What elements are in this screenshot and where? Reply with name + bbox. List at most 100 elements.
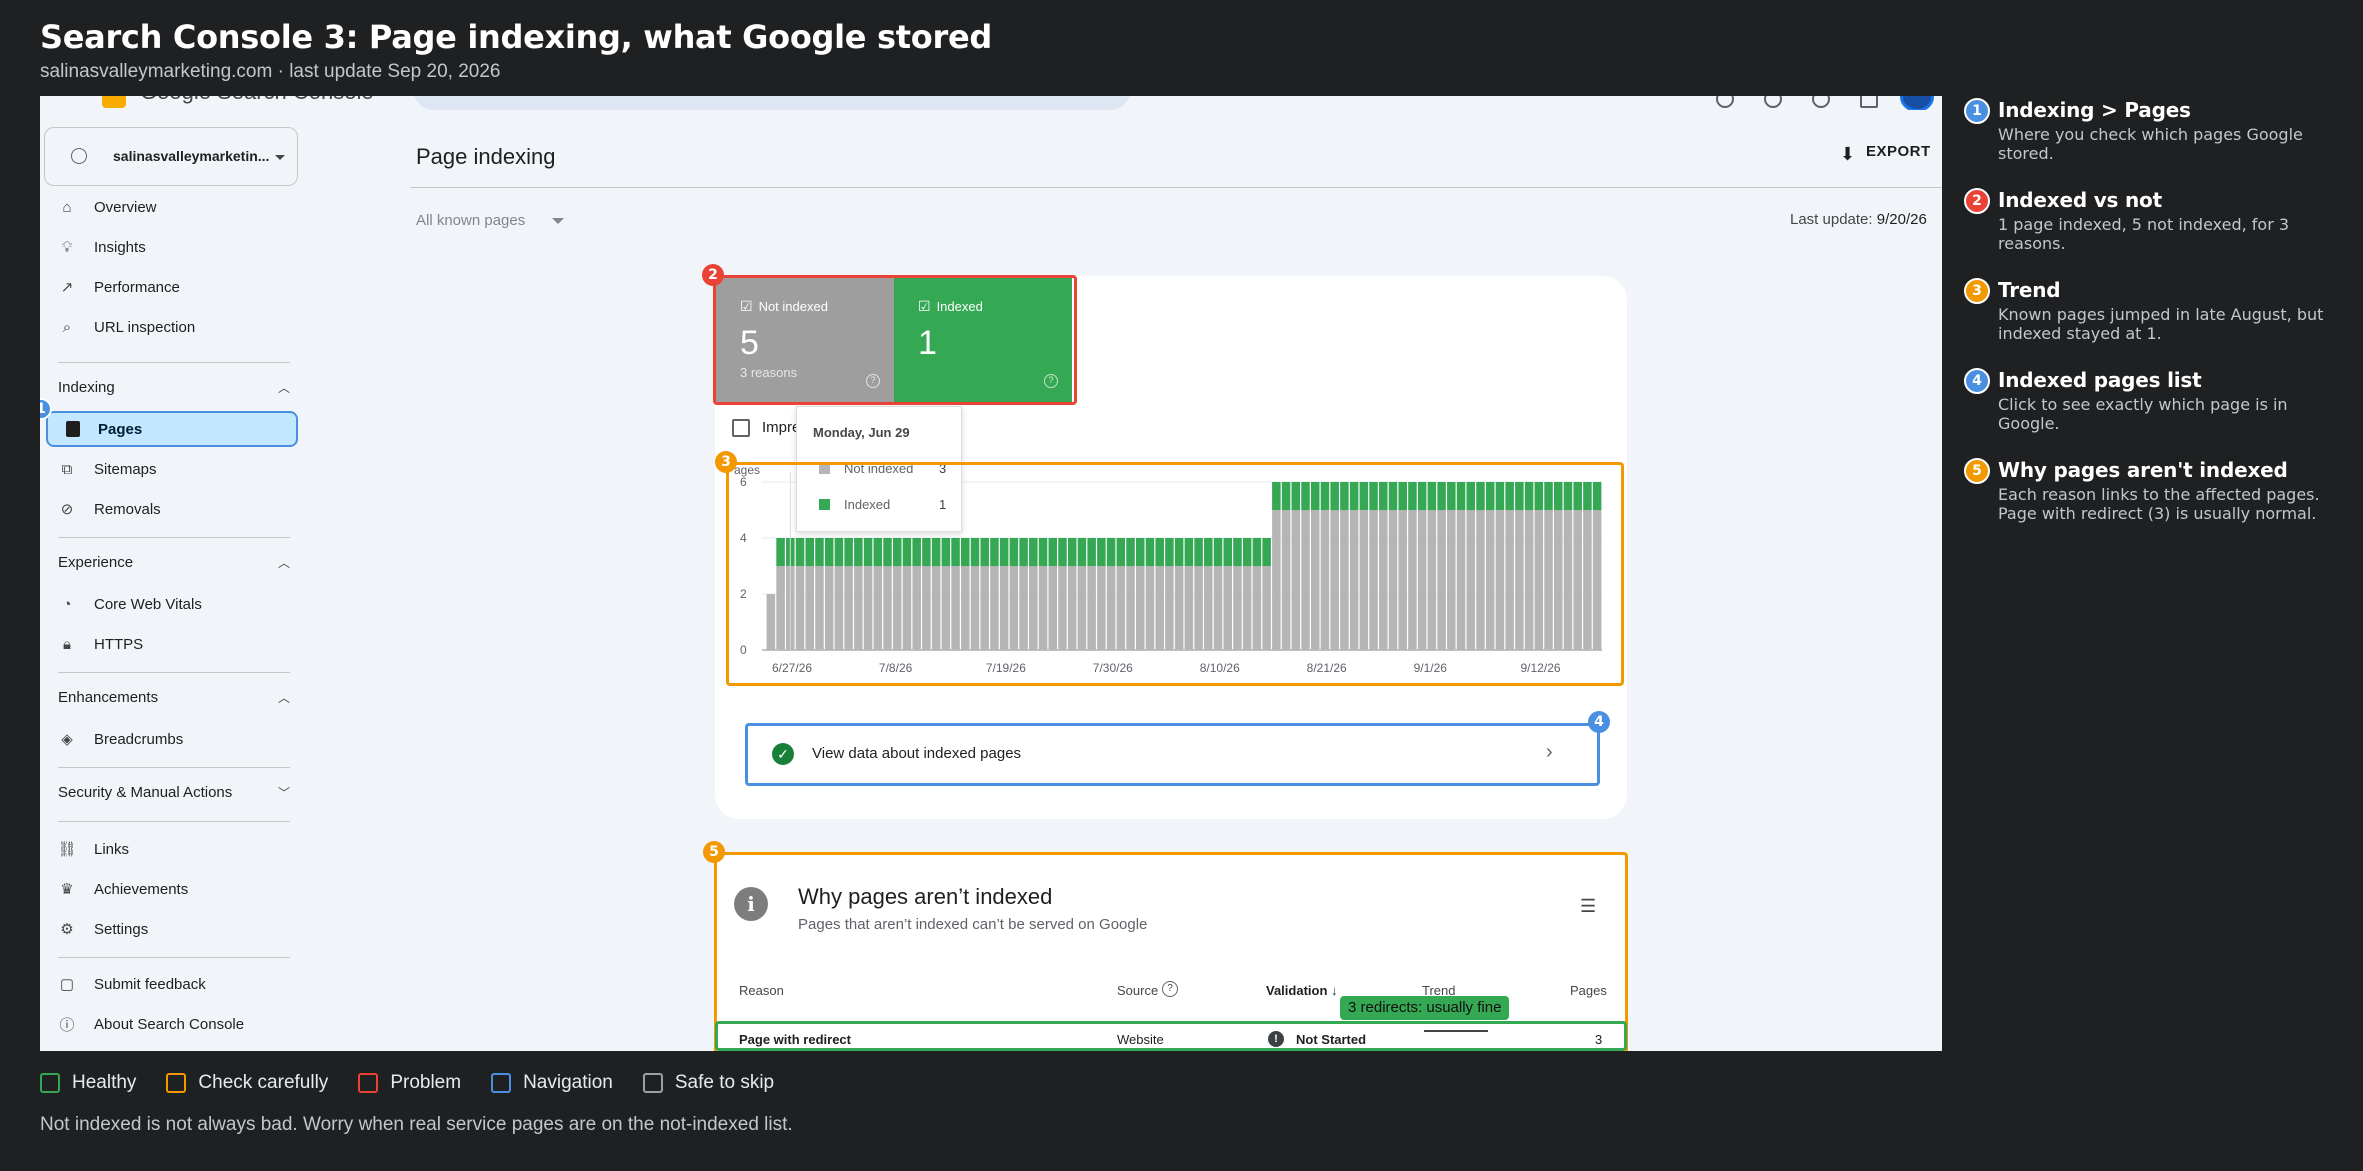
main-page-title: Page indexing: [416, 144, 556, 169]
legend-swatch: [642, 1073, 663, 1093]
sidebar-item-label: About Search Console: [94, 1015, 245, 1033]
sidebar-item-insights[interactable]: 💡︎ Insights: [58, 232, 146, 262]
sidebar-item-label: Insights: [94, 238, 146, 256]
last-update-value: 9/20/26: [1876, 211, 1927, 228]
sidebar-item-label: Submit feedback: [94, 975, 206, 993]
highlight-indexed-vs-not: [713, 275, 1077, 405]
sidebar-section-indexing[interactable]: Indexing ︿: [58, 379, 290, 396]
property-selector[interactable]: salinasvalleymarketin...: [44, 127, 298, 186]
sidebar-divider: [58, 957, 290, 958]
apps-grid-icon[interactable]: [1860, 96, 1878, 108]
chevron-up-icon: ︿: [277, 556, 290, 570]
sidebar-item-label: Core Web Vitals: [94, 595, 202, 613]
people-icon[interactable]: [1764, 96, 1782, 108]
section-label: Experience: [58, 554, 134, 571]
info-icon: ⓘ: [59, 1016, 75, 1034]
last-update: Last update: 9/20/26: [1790, 211, 1927, 228]
sidebar-item-label: Overview: [94, 198, 157, 216]
globe-icon: [71, 148, 87, 164]
last-update-label: Last update:: [1790, 211, 1873, 228]
download-icon: ⬇: [1840, 144, 1856, 164]
search-icon: ⌕: [62, 318, 72, 336]
section-label: Indexing: [58, 379, 115, 396]
callout-3: 3 Trend Known pages jumped in late Augus…: [1964, 278, 2344, 343]
help-icon[interactable]: [1716, 96, 1734, 108]
known-pages-filter[interactable]: All known pages: [416, 212, 525, 229]
sidebar-divider: [58, 362, 290, 363]
sitemap-icon: ⧉: [61, 460, 73, 478]
sidebar-item-settings[interactable]: ⚙ Settings: [58, 914, 148, 944]
chevron-down-icon: [275, 155, 285, 160]
legend-navigation: Navigation: [491, 1072, 613, 1094]
pages-icon: [66, 421, 80, 437]
sidebar-item-breadcrumbs[interactable]: ◈ Breadcrumbs: [58, 724, 183, 754]
lock-icon: 🔒︎: [63, 635, 71, 653]
app-logo-text: Google Search Console: [140, 96, 374, 105]
url-inspection-search-input[interactable]: [413, 96, 1131, 110]
impressions-checkbox[interactable]: [732, 419, 750, 437]
page-subtitle: salinasvalleymarketing.com · last update…: [40, 61, 501, 82]
sidebar-section-security[interactable]: Security & Manual Actions ﹀: [58, 784, 290, 801]
callout-desc: Each reason links to the affected pages.…: [1998, 485, 2320, 523]
export-button[interactable]: EXPORT: [1866, 143, 1931, 160]
callout-badge: 1: [1964, 98, 1990, 124]
callout-list: 1 Indexing > Pages Where you check which…: [1964, 98, 2344, 548]
gear-icon: ⚙: [60, 921, 74, 938]
section-label: Enhancements: [58, 689, 159, 706]
callout-badge-4: 4: [1588, 711, 1610, 733]
chevron-down-icon: [552, 218, 564, 224]
sidebar-divider: [58, 672, 290, 673]
search-console-logo-icon: [102, 96, 126, 108]
page-title: Search Console 3: Page indexing, what Go…: [40, 18, 992, 56]
sidebar-divider: [58, 767, 290, 768]
sidebar-item-sitemaps[interactable]: ⧉ Sitemaps: [58, 454, 157, 484]
lightbulb-icon: 💡︎: [61, 238, 73, 256]
sidebar-item-achievements[interactable]: ♛ Achievements: [58, 874, 188, 904]
callout-badge-2: 2: [702, 264, 724, 286]
legend-label: Check carefully: [198, 1072, 329, 1093]
color-legend: Healthy Check carefully Problem Navigati…: [40, 1072, 774, 1094]
callout-1: 1 Indexing > Pages Where you check which…: [1964, 98, 2344, 163]
highlight-trend: [726, 462, 1624, 686]
sidebar-item-submit-feedback[interactable]: ▢ Submit feedback: [58, 969, 206, 999]
legend-swatch: [166, 1073, 187, 1093]
legend-label: Problem: [390, 1072, 462, 1093]
callout-title: Indexed vs not: [1998, 188, 2162, 212]
sidebar-divider: [58, 537, 290, 538]
sidebar-item-label: Settings: [94, 920, 149, 938]
sidebar-item-links[interactable]: ⛓ Links: [57, 834, 130, 864]
callout-5: 5 Why pages aren't indexed Each reason l…: [1964, 458, 2344, 523]
sidebar-item-label: Removals: [94, 500, 161, 518]
callout-title: Indexed pages list: [1998, 368, 2202, 392]
account-avatar[interactable]: [1900, 96, 1934, 110]
sidebar-item-about[interactable]: ⓘ About Search Console: [58, 1009, 244, 1039]
sidebar-item-label: Performance: [94, 278, 180, 296]
sidebar-section-experience[interactable]: Experience ︿: [58, 554, 290, 571]
tooltip-date: Monday, Jun 29: [813, 425, 910, 440]
callout-desc: Click to see exactly which page is in Go…: [1998, 395, 2288, 433]
sidebar-item-label: URL inspection: [94, 318, 196, 336]
search-console-screenshot: Google Search Console salinasvalleymarke…: [40, 96, 1942, 1051]
callout-desc: 1 page indexed, 5 not indexed, for 3 rea…: [1998, 215, 2290, 253]
sidebar-item-performance[interactable]: ↗ Performance: [58, 272, 180, 302]
sidebar-item-removals[interactable]: ⊘ Removals: [58, 494, 161, 524]
callout-badge: 4: [1964, 368, 1990, 394]
notifications-icon[interactable]: [1812, 96, 1830, 108]
sidebar-item-core-web-vitals[interactable]: ◔ Core Web Vitals: [58, 589, 202, 619]
sidebar-item-https[interactable]: 🔒︎ HTTPS: [58, 629, 143, 659]
legend-safe-to-skip: Safe to skip: [642, 1072, 774, 1094]
impressions-label: Impre: [762, 419, 801, 436]
legend-swatch: [491, 1073, 512, 1093]
legend-problem: Problem: [358, 1072, 461, 1094]
sidebar-divider: [58, 821, 290, 822]
trophy-icon: ♛: [60, 881, 74, 898]
sidebar-item-label: Links: [94, 840, 130, 858]
gauge-icon: ◔: [62, 595, 72, 613]
callout-2: 2 Indexed vs not 1 page indexed, 5 not i…: [1964, 188, 2344, 253]
callout-badge-5: 5: [703, 841, 725, 863]
sidebar-item-overview[interactable]: ⌂ Overview: [58, 192, 157, 222]
sidebar-section-enhancements[interactable]: Enhancements ︿: [58, 689, 290, 706]
home-icon: ⌂: [62, 198, 72, 216]
sidebar-item-url-inspection[interactable]: ⌕ URL inspection: [58, 312, 195, 342]
sidebar-item-pages[interactable]: Pages: [46, 411, 298, 447]
